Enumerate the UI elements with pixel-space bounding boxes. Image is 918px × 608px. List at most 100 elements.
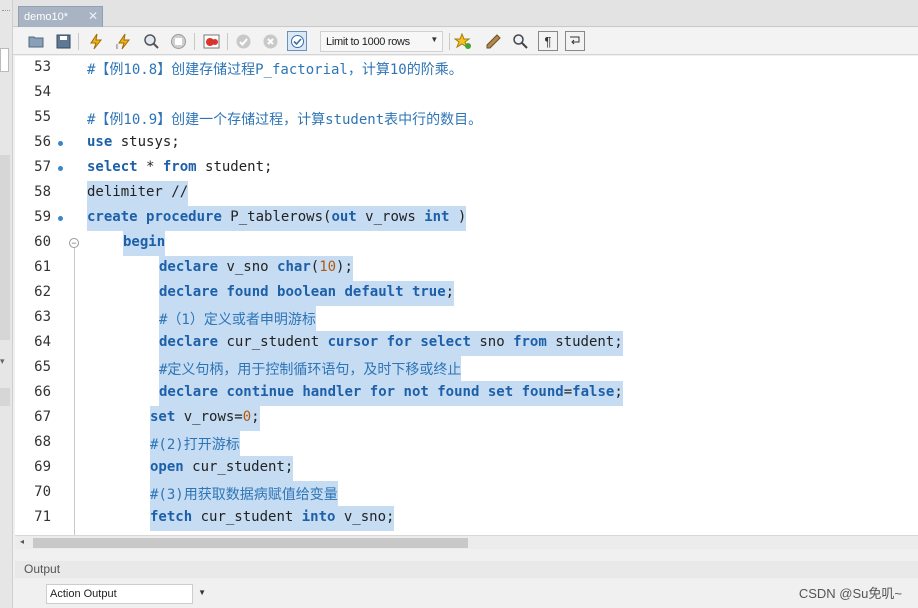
line-number: 57 — [34, 159, 51, 175]
autocommit-icon[interactable] — [287, 31, 307, 51]
code-keyword: procedure — [146, 209, 222, 225]
watermark: CSDN @Su免叽~ — [798, 586, 902, 601]
open-folder-icon[interactable] — [26, 31, 46, 51]
panel-grip[interactable] — [2, 10, 10, 12]
code-line[interactable]: 66 declare continue handler for not found… — [15, 381, 918, 406]
stop-icon[interactable] — [168, 31, 188, 51]
line-number: 61 — [34, 259, 51, 275]
sql-editor[interactable]: 53 #【例10.8】创建存储过程P_factorial，计算10的阶乘。 54 55… — [15, 56, 918, 535]
code-line[interactable]: 55 #【例10.9】创建一个存储过程，计算student表中行的数目。 — [15, 106, 918, 131]
line-number: 69 — [34, 459, 51, 475]
line-number: 70 — [34, 484, 51, 500]
rollback-icon[interactable] — [260, 31, 280, 51]
chevron-down-icon[interactable]: ▼ — [198, 588, 206, 597]
code-keyword: char — [277, 259, 311, 275]
code-line[interactable]: 70 #(3)用获取数据病赋值给变量 — [15, 481, 918, 506]
tab-title: demo10* — [24, 11, 69, 23]
code-keyword: select — [87, 159, 138, 175]
code-token: ; — [614, 384, 623, 400]
output-type-select[interactable]: Action Output ▼ — [46, 584, 206, 604]
code-line[interactable]: 56 use stusys; — [15, 131, 918, 156]
code-line[interactable]: 65 #定义句柄，用于控制循环语句，及时下移或终止 — [15, 356, 918, 381]
code-line[interactable]: 53 #【例10.8】创建存储过程P_factorial，计算10的阶乘。 — [15, 56, 918, 81]
code-comment: #【例10.9】创建一个存储过程，计算student表中行的数目。 — [87, 112, 483, 128]
close-icon[interactable]: ✕ — [88, 9, 98, 23]
side-panel-edge[interactable]: ▾ — [0, 0, 13, 608]
code-token: 0 — [242, 409, 252, 425]
fold-toggle-icon[interactable]: − — [69, 238, 79, 248]
code-line[interactable]: 63 #（1）定义或者申明游标 — [15, 306, 918, 331]
tab-demo10[interactable]: demo10* ✕ — [18, 6, 103, 27]
scrollbar-thumb[interactable] — [33, 538, 468, 548]
beautify-icon[interactable] — [484, 31, 504, 51]
explain-icon[interactable] — [141, 31, 161, 51]
code-text: create procedure P_tablerows(out v_rows … — [87, 206, 467, 231]
code-text: declare cur_student cursor for select sn… — [159, 331, 623, 356]
code-token: * — [137, 159, 163, 175]
code-token: ); — [336, 259, 353, 275]
statement-marker-icon — [58, 216, 63, 221]
line-number: 71 — [34, 509, 51, 525]
code-line[interactable]: 69 open cur_student; — [15, 456, 918, 481]
code-line[interactable]: 58 delimiter // — [15, 181, 918, 206]
code-comment: #（1）定义或者申明游标 — [159, 312, 316, 328]
panel-block — [0, 388, 10, 406]
code-keyword: set — [150, 409, 176, 425]
code-text: #（1）定义或者申明游标 — [159, 306, 316, 331]
line-number: 54 — [34, 84, 51, 100]
chevron-down-icon[interactable]: ▾ — [0, 356, 5, 367]
panel-input-edge[interactable] — [0, 48, 9, 72]
code-line[interactable]: 67 set v_rows=0; — [15, 406, 918, 431]
line-number: 63 — [34, 309, 51, 325]
code-keyword: int — [424, 209, 450, 225]
statement-marker-icon — [58, 166, 63, 171]
code-line[interactable]: 62 declare found boolean default true; — [15, 281, 918, 306]
invisible-chars-icon[interactable]: ¶ — [538, 31, 558, 51]
limit-rows-select[interactable]: Limit to 1000 rows ▼ — [320, 31, 443, 52]
execute-current-icon[interactable]: I — [114, 31, 134, 51]
code-keyword: false — [572, 384, 615, 400]
code-keyword: for — [369, 384, 396, 400]
bookmark-icon[interactable] — [453, 31, 473, 51]
code-token: cur_student — [192, 509, 302, 525]
line-number: 66 — [34, 384, 51, 400]
horizontal-scrollbar[interactable]: ◂ — [15, 535, 918, 549]
toggle-error-icon[interactable] — [201, 31, 221, 51]
code-line[interactable]: 59 create procedure P_tablerows(out v_row… — [15, 206, 918, 231]
code-text: select * from student; — [87, 156, 272, 181]
code-line[interactable]: 54 — [15, 81, 918, 106]
code-line[interactable]: 71 fetch cur_student into v_sno; — [15, 506, 918, 531]
code-token: delimiter // — [87, 184, 189, 200]
code-line[interactable]: 61 declare v_sno char(10); — [15, 256, 918, 281]
find-icon[interactable] — [510, 31, 530, 51]
line-number: 65 — [34, 359, 51, 375]
code-line[interactable]: 64 declare cur_student cursor for select … — [15, 331, 918, 356]
line-number: 59 — [34, 209, 51, 225]
line-number: 58 — [34, 184, 51, 200]
code-keyword: found — [521, 384, 564, 400]
toolbar-separator — [449, 33, 450, 50]
code-line[interactable]: 68 #(2)打开游标 — [15, 431, 918, 456]
wrap-icon[interactable] — [565, 31, 585, 51]
code-keyword: found — [226, 284, 269, 300]
code-keyword: for — [386, 334, 412, 350]
code-line[interactable]: 60 − begin — [15, 231, 918, 256]
save-icon[interactable] — [53, 31, 73, 51]
code-text: declare continue handler for not found s… — [159, 381, 623, 406]
scroll-left-icon[interactable]: ◂ — [20, 537, 24, 546]
code-keyword: use — [87, 134, 113, 150]
code-token: student; — [196, 159, 273, 175]
execute-icon[interactable] — [86, 31, 106, 51]
commit-icon[interactable] — [233, 31, 253, 51]
code-text: set v_rows=0; — [150, 406, 260, 431]
code-line[interactable]: 57 select * from student; — [15, 156, 918, 181]
workbench-window: ▾ demo10* ✕ I Limit to 1000 rows ▼ ¶ 53 … — [0, 0, 918, 608]
editor-tab-strip: demo10* ✕ — [13, 0, 918, 27]
code-keyword: declare — [159, 259, 219, 275]
